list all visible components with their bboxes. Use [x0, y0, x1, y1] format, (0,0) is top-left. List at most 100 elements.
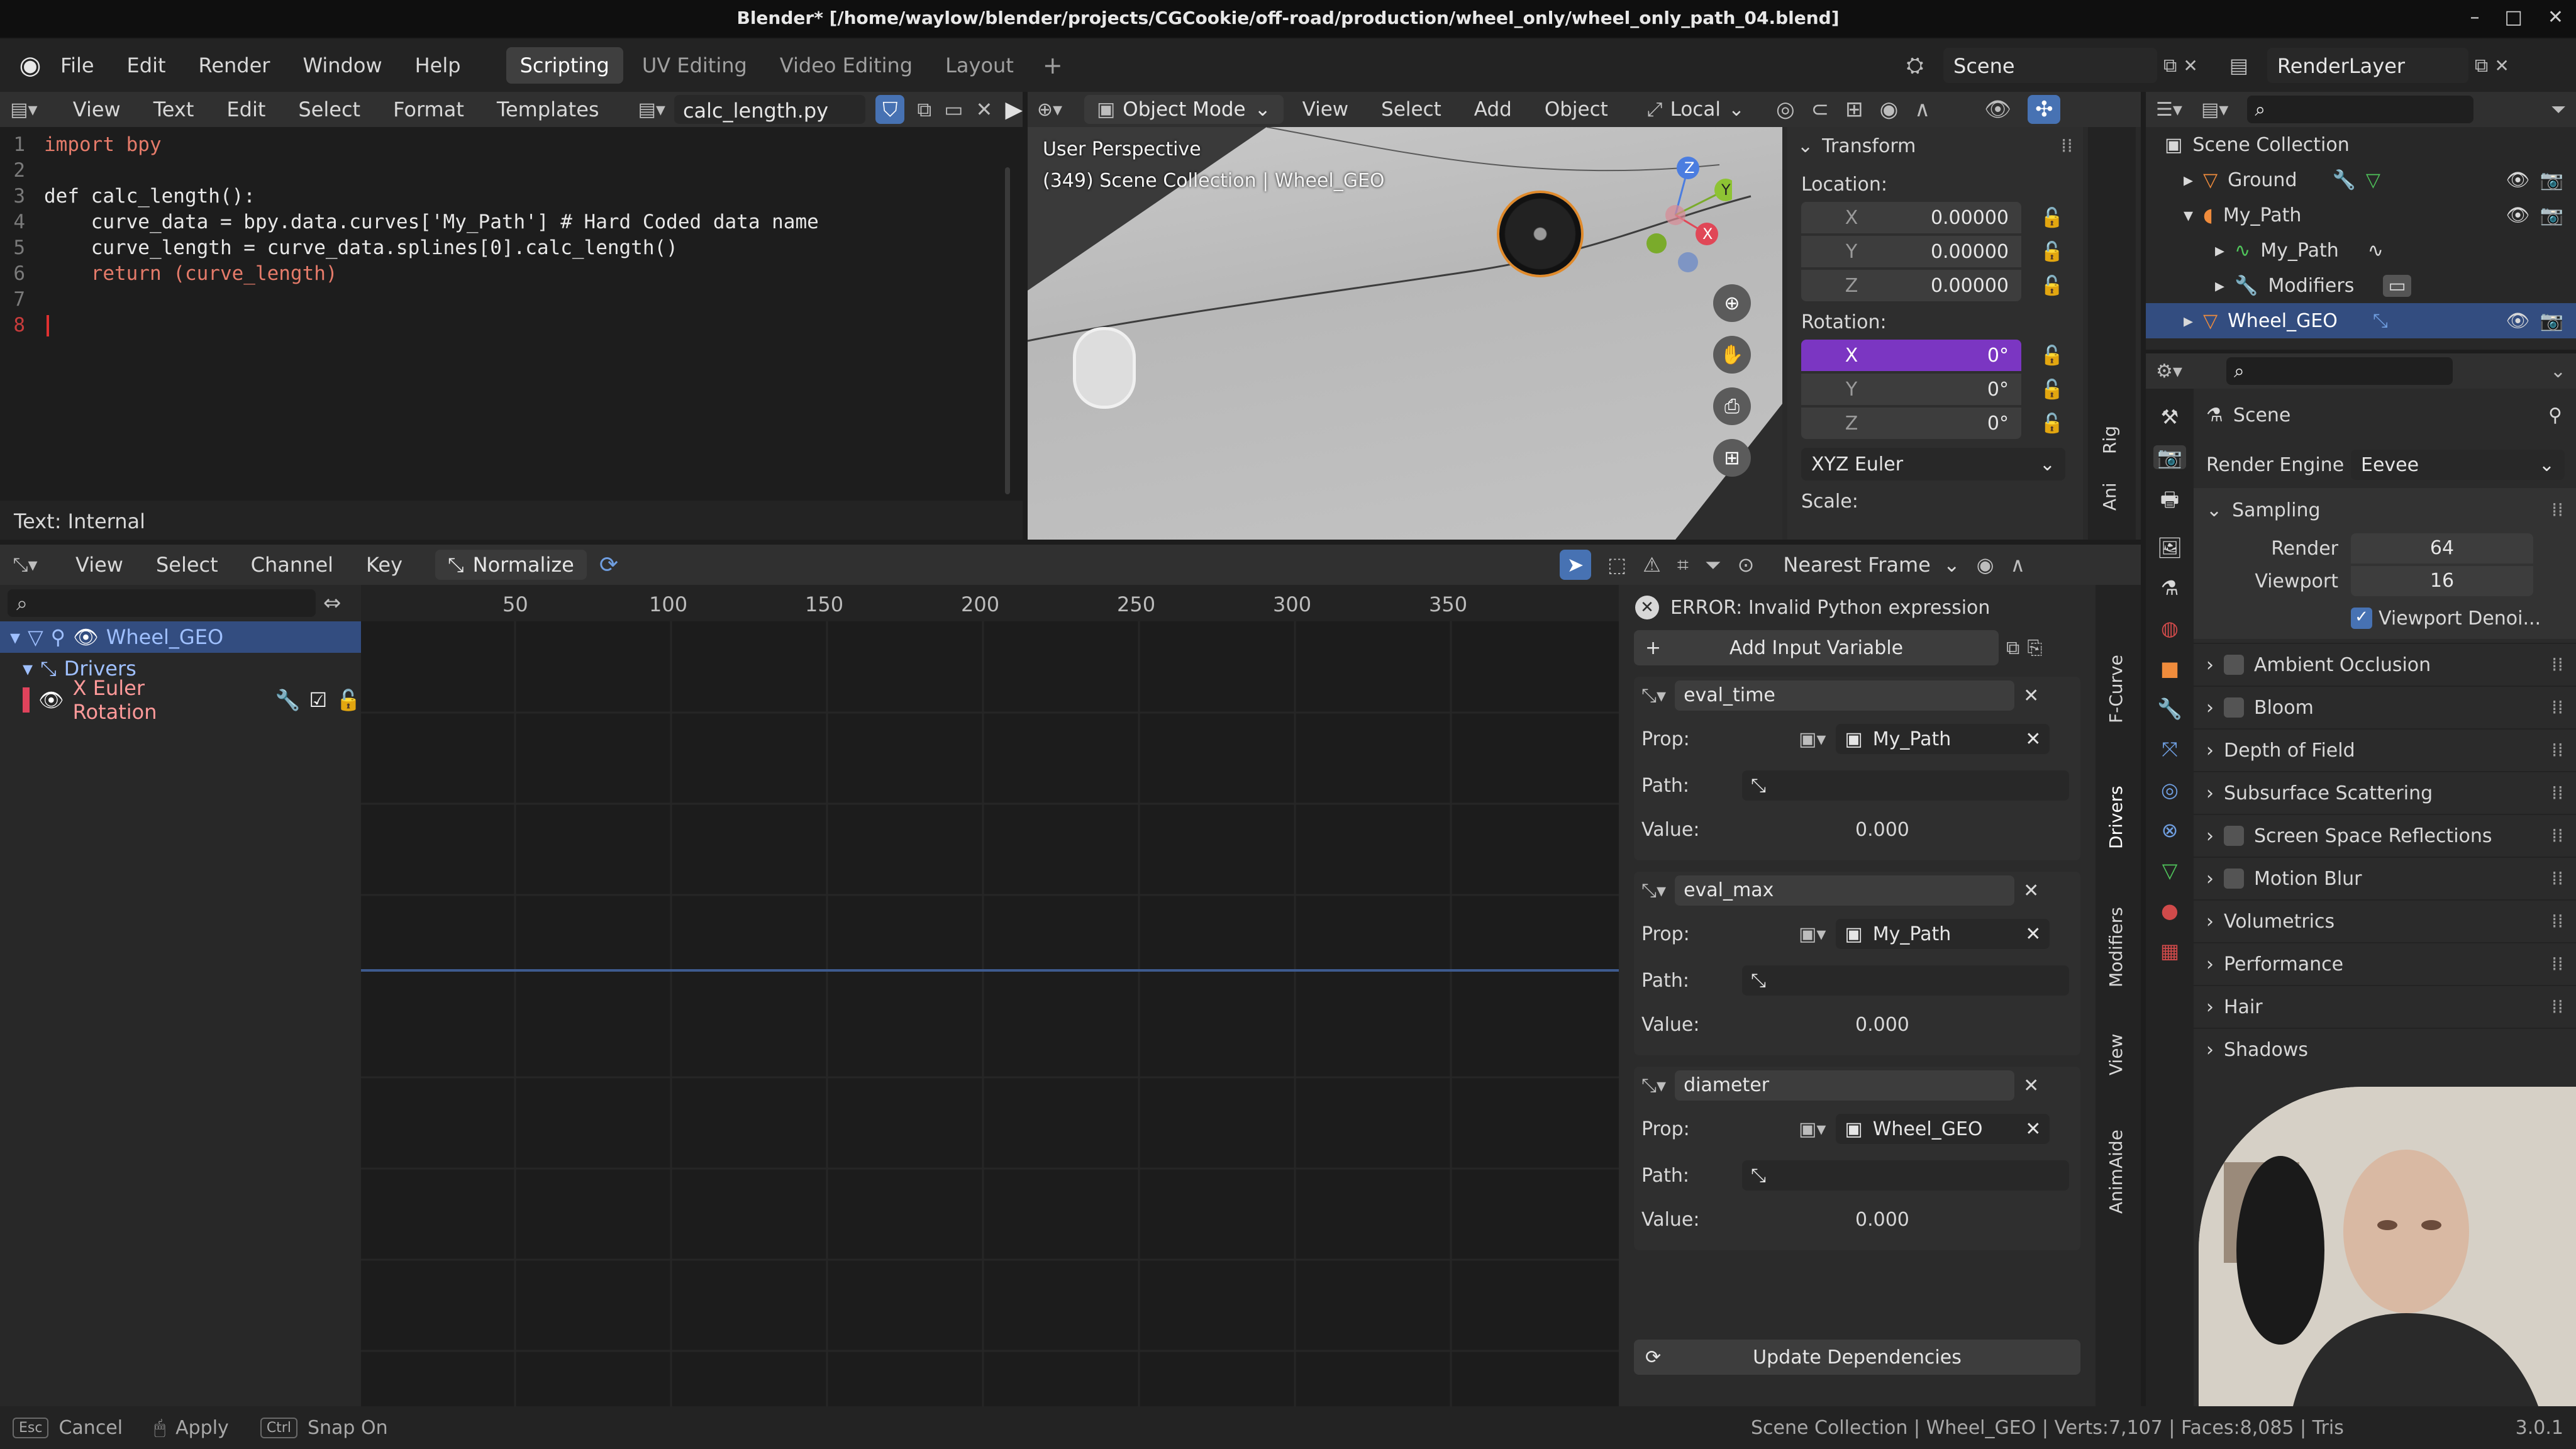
lock-icon[interactable]: 🔓	[336, 688, 361, 712]
drag-handle-icon[interactable]: ⁞⁞	[2551, 868, 2563, 890]
tab-fcurve[interactable]: F-Curve	[2106, 655, 2126, 723]
remove-view-layer-icon[interactable]: ✕	[2494, 55, 2509, 76]
variable-type-icon[interactable]: ⤡▾	[1641, 880, 1666, 902]
tab-ani[interactable]: Ani	[2099, 448, 2120, 511]
falloff-icon[interactable]: ∧	[1914, 97, 1930, 122]
path-input[interactable]: ⤡	[1742, 965, 2069, 996]
remove-variable-icon[interactable]: ✕	[2023, 880, 2039, 902]
minimize-icon[interactable]: –	[2470, 6, 2480, 28]
prop-target-field[interactable]: ▣ My_Path ✕	[1836, 919, 2050, 949]
outliner-item-selected[interactable]: ▸ ▽ Wheel_GEO ⤡ 👁 📷	[2146, 303, 2576, 338]
outliner-scene-collection[interactable]: ▣ Scene Collection	[2146, 127, 2576, 162]
open-text-icon[interactable]: ▭	[944, 97, 963, 121]
menu-format[interactable]: Format	[393, 97, 464, 121]
camera-view-icon[interactable]: ⎙	[1713, 387, 1751, 425]
new-view-layer-icon[interactable]: ⧉	[2475, 55, 2488, 77]
tab-layout[interactable]: Layout	[931, 47, 1028, 84]
outliner-item[interactable]: ▸ ▽ Ground 🔧 ▽ 👁 📷	[2146, 162, 2576, 197]
panel-subsurface-scattering[interactable]: › Subsurface Scattering ⁞⁞	[2194, 771, 2576, 814]
new-scene-icon[interactable]: ⧉	[2163, 55, 2177, 77]
render-samples-field[interactable]: 64	[2351, 533, 2533, 564]
viewport-menu-add[interactable]: Add	[1474, 98, 1512, 121]
prop-target-field[interactable]: ▣ My_Path ✕	[1836, 724, 2050, 754]
drivers-menu-key[interactable]: Key	[366, 553, 402, 577]
filter-icon[interactable]: ⏷	[2551, 99, 2566, 121]
drag-handle-icon[interactable]: ⁞⁞	[2061, 135, 2073, 157]
tab-uv-editing[interactable]: UV Editing	[628, 47, 761, 84]
view-layer-tab-icon[interactable]: 🖼	[2157, 536, 2183, 560]
close-icon[interactable]: ✕	[2548, 6, 2563, 28]
channel-fcurve-row[interactable]: 👁 X Euler Rotation 🔧 ☑ 🔓	[0, 676, 361, 724]
camera-render-icon[interactable]: 📷	[2540, 310, 2563, 332]
drivers-menu-select[interactable]: Select	[156, 553, 218, 577]
render-engine-select[interactable]: Eevee ⌄	[2351, 450, 2565, 480]
location-x-field[interactable]: X 0.00000	[1801, 202, 2021, 233]
expand-arrow-icon[interactable]: ▸	[2215, 240, 2224, 262]
editor-type-icon[interactable]: ⊕▾	[1028, 99, 1072, 121]
panel-screen-space-reflections[interactable]: › Screen Space Reflections ⁞⁞	[2194, 814, 2576, 857]
clear-icon[interactable]: ✕	[2025, 728, 2041, 750]
tab-rig[interactable]: Rig	[2099, 391, 2120, 454]
drag-handle-icon[interactable]: ⁞⁞	[2551, 953, 2563, 975]
warning-icon[interactable]: ⚠	[1643, 553, 1661, 577]
viewport-menu-object[interactable]: Object	[1545, 98, 1608, 121]
checkbox-icon[interactable]	[2224, 697, 2244, 718]
outliner-item[interactable]: ▸ ∿ My_Path ∿	[2146, 233, 2576, 268]
menu-templates[interactable]: Templates	[497, 97, 599, 121]
rotation-mode-select[interactable]: XYZ Euler ⌄	[1801, 448, 2065, 480]
chevron-down-icon[interactable]: ⌄	[1797, 135, 1813, 157]
particles-tab-icon[interactable]: ⤧	[2162, 737, 2178, 762]
panel-bloom[interactable]: › Bloom ⁞⁞	[2194, 686, 2576, 728]
menu-text[interactable]: Text	[153, 97, 194, 121]
chevron-down-icon[interactable]: ⌄	[2550, 360, 2566, 382]
variable-name-field[interactable]: eval_max	[1675, 875, 2015, 906]
expand-arrow-icon[interactable]: ▾	[10, 625, 20, 649]
tab-drivers[interactable]: Drivers	[2106, 786, 2126, 849]
location-z-field[interactable]: Z 0.00000	[1801, 270, 2021, 301]
variable-type-icon[interactable]: ⤡▾	[1641, 1075, 1666, 1097]
scene-selector-icon[interactable]: ⛭	[1893, 53, 1937, 78]
physics-tab-icon[interactable]: ◎	[2161, 778, 2179, 802]
tool-tab-icon[interactable]: ⚒	[2161, 405, 2179, 429]
variable-type-icon[interactable]: ⤡▾	[1641, 685, 1666, 707]
snap-grid-icon[interactable]: ⊞	[1845, 97, 1863, 122]
box-select-icon[interactable]: ⬚	[1607, 553, 1626, 577]
eye-icon[interactable]: 👁	[2506, 310, 2530, 332]
eye-icon[interactable]: 👁	[38, 688, 64, 712]
lock-icon[interactable]: 🔓	[2040, 379, 2063, 401]
pivot-icon[interactable]: ◎	[1776, 97, 1795, 122]
editor-type-icon[interactable]: ⚙▾	[2156, 360, 2182, 382]
expand-arrow-icon[interactable]: ▸	[2184, 310, 2193, 332]
checkbox-icon[interactable]	[2224, 655, 2244, 675]
tab-video-editing[interactable]: Video Editing	[766, 47, 926, 84]
blender-logo-icon[interactable]: ◉	[11, 51, 49, 80]
drag-handle-icon[interactable]: ⁞⁞	[2551, 911, 2563, 933]
path-input[interactable]: ⤡	[1742, 770, 2069, 801]
menu-window[interactable]: Window	[303, 53, 382, 77]
unlink-text-icon[interactable]: ✕	[976, 97, 993, 121]
perspective-toggle-icon[interactable]: ⊞	[1713, 439, 1751, 477]
rotation-x-field[interactable]: X 0°	[1801, 340, 2021, 371]
text-browse-icon[interactable]: ▤▾	[638, 99, 665, 121]
code-area[interactable]: 1 import bpy 2 3 def calc_length(): 4 curv…	[0, 132, 1000, 484]
drag-handle-icon[interactable]: ⁞⁞	[2551, 825, 2563, 847]
new-text-icon[interactable]: ⧉	[917, 97, 931, 122]
expand-arrow-icon[interactable]: ▾	[23, 657, 33, 680]
sampling-panel-header[interactable]: ⌄ Sampling ⁞⁞	[2194, 488, 2576, 532]
drivers-menu-channel[interactable]: Channel	[251, 553, 333, 577]
fake-user-shield-icon[interactable]: ⛉	[875, 95, 905, 124]
scene-name-field[interactable]: Scene	[1943, 48, 2157, 83]
scene-tab-icon[interactable]: ⚗	[2161, 576, 2179, 600]
pan-hand-icon[interactable]: ✋	[1713, 336, 1751, 374]
checkbox-icon[interactable]: ✓	[2351, 608, 2372, 629]
material-tab-icon[interactable]: ●	[2161, 899, 2179, 923]
checkbox-icon[interactable]	[2224, 826, 2244, 846]
3d-viewport-canvas[interactable]: User Perspective (349) Scene Collection …	[1028, 127, 1782, 540]
drag-handle-icon[interactable]: ⁞⁞	[2551, 697, 2563, 719]
zoom-icon[interactable]: ⊕	[1713, 284, 1751, 322]
properties-search-input[interactable]: ⌕	[2226, 357, 2453, 385]
viewport-menu-select[interactable]: Select	[1381, 98, 1441, 121]
editor-type-icon[interactable]: ☰▾	[2156, 99, 2182, 121]
panel-hair[interactable]: › Hair ⁞⁞	[2194, 985, 2576, 1028]
tab-scripting[interactable]: Scripting	[506, 47, 623, 84]
